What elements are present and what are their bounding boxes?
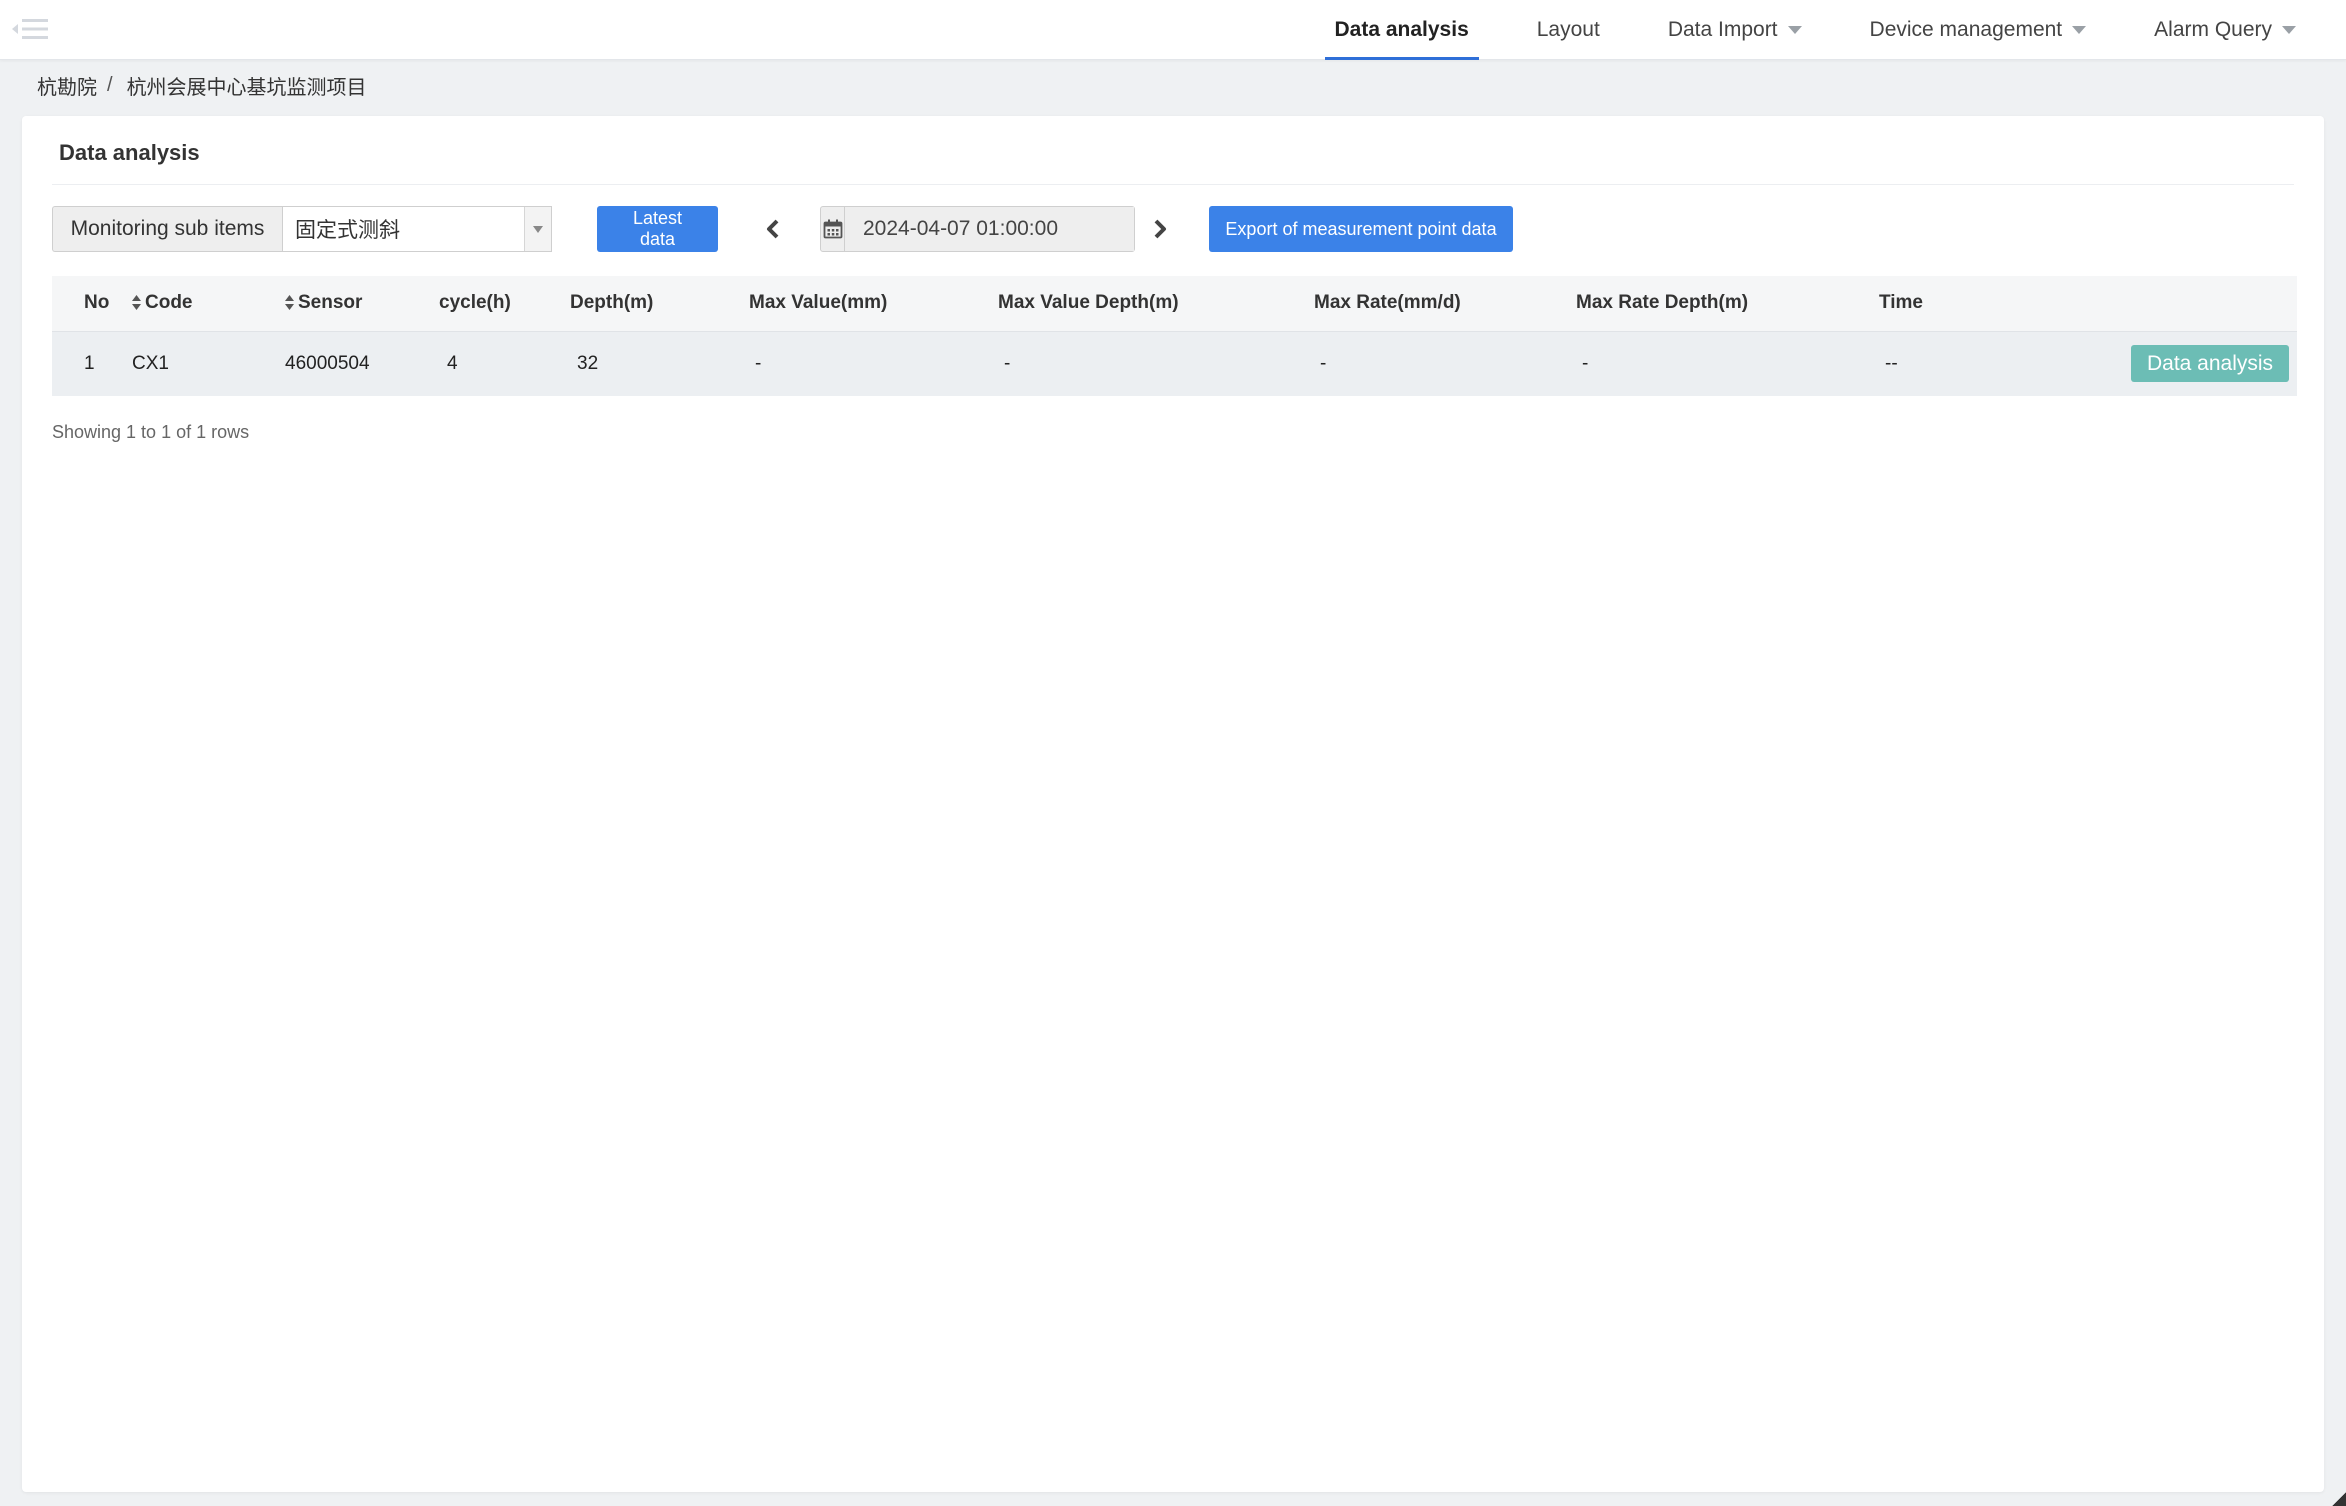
nav-label: Alarm Query <box>2154 18 2272 41</box>
column-header-max-value-depth: Max Value Depth(m) <box>998 292 1179 314</box>
caret-down-icon <box>2282 26 2296 34</box>
pagination-summary: Showing 1 to 1 of 1 rows <box>52 422 250 442</box>
chevron-left-icon[interactable] <box>758 214 788 244</box>
cell-action: Data analysis <box>2089 331 2297 396</box>
window-resize-handle[interactable] <box>2332 1492 2346 1506</box>
cell-max-value: - <box>755 352 762 374</box>
select-arrow-icon[interactable] <box>524 207 551 251</box>
nav-label: Layout <box>1536 18 1600 41</box>
column-header-time: Time <box>1879 292 1924 314</box>
table-header-row: No Code Sensor cycle(h) Depth(m) Max Val… <box>52 276 2297 331</box>
breadcrumb: 杭勘院 / 杭州会展中心基坑监测项目 <box>37 71 367 100</box>
column-header-action <box>2089 276 2297 331</box>
caret-down-icon <box>2072 26 2087 34</box>
select-value: 固定式测斜 <box>295 219 400 242</box>
column-header-code[interactable]: Code <box>132 276 285 331</box>
column-header-depth: Depth(m) <box>570 292 654 314</box>
menu-collapse-icon[interactable] <box>12 14 52 44</box>
data-table: No Code Sensor cycle(h) Depth(m) Max Val… <box>52 276 2297 396</box>
nav-data-analysis[interactable]: Data analysis <box>1324 0 1480 60</box>
monitoring-sub-items-select[interactable]: 固定式测斜 <box>282 206 552 252</box>
nav-data-import[interactable]: Data Import <box>1658 0 1812 60</box>
export-measurement-data-button[interactable]: Export of measurement point data <box>1209 206 1513 252</box>
nav-label: Device management <box>1869 18 2063 41</box>
nav-label: Data Import <box>1667 18 1778 41</box>
column-header-no: No <box>84 292 110 314</box>
data-analysis-panel: Data analysis Monitoring sub items 固定式测斜… <box>22 116 2324 1492</box>
page-title: Data analysis <box>59 140 200 165</box>
date-picker <box>820 206 1135 252</box>
date-input[interactable] <box>845 207 1134 251</box>
title-divider <box>52 184 2294 185</box>
latest-data-button[interactable]: Latest data <box>597 206 718 252</box>
cell-max-rate: - <box>1320 352 1327 374</box>
cell-time: -- <box>1885 352 1898 374</box>
column-header-sensor[interactable]: Sensor <box>285 276 439 331</box>
cell-cycle: 4 <box>447 352 458 374</box>
nav-alarm-query[interactable]: Alarm Query <box>2144 0 2306 60</box>
cell-sensor: 46000504 <box>285 352 370 374</box>
column-header-label: Sensor <box>298 292 363 314</box>
breadcrumb-current: 杭州会展中心基坑监测项目 <box>126 77 367 99</box>
caret-down-icon <box>1787 26 1802 34</box>
main-nav: Data analysis Layout Data Import Device … <box>1277 0 2307 60</box>
cell-max-rate-depth: - <box>1582 352 1589 374</box>
column-header-max-value: Max Value(mm) <box>749 292 888 314</box>
nav-device-management[interactable]: Device management <box>1860 0 2097 60</box>
cell-no: 1 <box>84 352 95 374</box>
row-data-analysis-button[interactable]: Data analysis <box>2131 345 2289 383</box>
table-row: 1 CX1 46000504 4 32 - - - - -- Data anal… <box>52 331 2297 396</box>
column-header-max-rate-depth: Max Rate Depth(m) <box>1576 292 1749 314</box>
calendar-icon[interactable] <box>821 207 845 251</box>
sort-icon[interactable] <box>285 295 294 311</box>
monitoring-sub-items-label: Monitoring sub items <box>52 206 282 252</box>
cell-depth: 32 <box>577 352 599 374</box>
breadcrumb-root[interactable]: 杭勘院 <box>37 71 97 100</box>
nav-layout[interactable]: Layout <box>1527 0 1610 60</box>
toolbar: Monitoring sub items 固定式测斜 Latest data 2… <box>52 206 2312 252</box>
cell-code: CX1 <box>132 352 169 374</box>
cell-max-value-depth: - <box>1004 352 1011 374</box>
top-navbar: Data analysis Layout Data Import Device … <box>0 0 2346 60</box>
column-header-cycle: cycle(h) <box>439 292 511 314</box>
chevron-right-icon[interactable] <box>1145 214 1175 244</box>
sort-icon[interactable] <box>132 295 141 311</box>
nav-label: Data analysis <box>1334 18 1469 41</box>
column-header-max-rate: Max Rate(mm/d) <box>1314 292 1461 314</box>
column-header-label: Code <box>145 292 193 314</box>
breadcrumb-separator: / <box>107 74 113 96</box>
